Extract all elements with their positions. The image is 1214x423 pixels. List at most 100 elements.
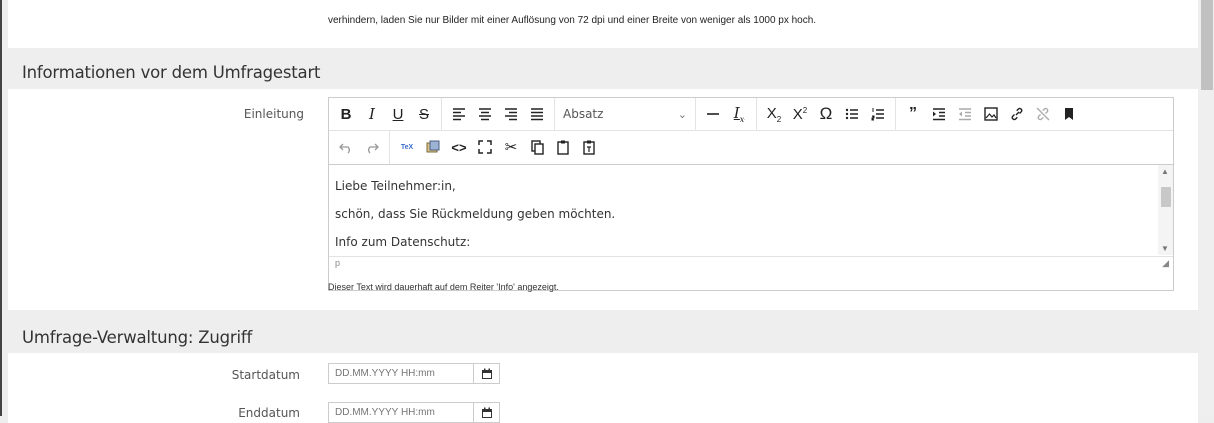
special-char-button[interactable]: Ω <box>813 101 839 127</box>
intro-panel: Einleitung B I U S Absatz ⌄ Ix X2 X2 Ω ”… <box>8 89 1198 310</box>
calendar-icon <box>481 407 492 418</box>
section-title-intro: Informationen vor dem Umfragestart <box>22 63 321 82</box>
copy-button[interactable] <box>524 134 550 160</box>
strikethrough-icon: S <box>418 105 429 123</box>
source-code-icon: <> <box>451 139 467 155</box>
end-date-input[interactable] <box>328 402 474 423</box>
insert-link-button[interactable] <box>1004 101 1030 127</box>
italic-icon: I <box>369 105 375 123</box>
cut-icon: ✂ <box>504 139 518 156</box>
bookmark-icon <box>1065 108 1073 120</box>
chevron-down-icon: ⌄ <box>677 107 687 121</box>
paste-text-icon <box>583 140 595 155</box>
intro-help-text: Dieser Text wird dauerhaft auf dem Reite… <box>328 282 559 292</box>
tools-group: TeX <> ✂ <box>390 130 606 164</box>
bookmark-button[interactable] <box>1056 101 1082 127</box>
align-justify-button[interactable] <box>524 101 550 127</box>
history-group <box>329 130 390 164</box>
editor-scrollbar[interactable]: ▲ ▼ <box>1158 165 1173 255</box>
italic-button[interactable]: I <box>359 101 385 127</box>
editor-toolbar-row-1: B I U S Absatz ⌄ Ix X2 X2 Ω ” <box>329 98 1173 131</box>
element-path[interactable]: p <box>335 258 340 268</box>
undo-button[interactable] <box>333 134 359 160</box>
script-group: X2 X2 Ω <box>757 98 896 130</box>
block-format-value: Absatz <box>563 107 604 121</box>
redo-button[interactable] <box>359 134 385 160</box>
resize-handle-icon[interactable]: ◢ <box>1162 258 1169 269</box>
media-icon <box>426 140 440 153</box>
image-icon <box>984 107 998 121</box>
source-code-button[interactable]: <> <box>446 134 472 160</box>
fullscreen-button[interactable] <box>472 134 498 160</box>
align-left-icon <box>453 108 465 121</box>
outdent-button[interactable] <box>952 101 978 127</box>
upload-info-text: verhindern, laden Sie nur Bilder mit ein… <box>328 15 817 26</box>
upload-info-panel: verhindern, laden Sie nur Bilder mit ein… <box>8 0 1198 48</box>
text-style-group: B I U S <box>329 98 442 130</box>
unlink-icon <box>1036 107 1050 121</box>
bold-button[interactable]: B <box>333 101 359 127</box>
section-title-access: Umfrage-Verwaltung: Zugriff <box>22 328 253 347</box>
strikethrough-button[interactable]: S <box>411 101 437 127</box>
paste-text-button[interactable] <box>576 134 602 160</box>
page-scroll-thumb[interactable] <box>1201 0 1213 90</box>
block-format-select[interactable]: Absatz ⌄ <box>555 98 696 130</box>
start-date-picker-button[interactable] <box>473 363 500 384</box>
copy-icon <box>531 140 544 155</box>
numbered-list-icon <box>871 108 884 121</box>
subscript-button[interactable]: X2 <box>761 101 787 127</box>
tex-icon: TeX <box>400 143 414 151</box>
editor-line-1: Liebe Teilnehmer:in, <box>335 179 456 193</box>
bullet-list-icon <box>845 108 858 120</box>
outdent-icon <box>959 108 971 121</box>
numbered-list-button[interactable] <box>865 101 891 127</box>
media-button[interactable] <box>420 134 446 160</box>
window-left-edge <box>0 0 2 416</box>
align-center-button[interactable] <box>472 101 498 127</box>
rich-text-editor[interactable]: B I U S Absatz ⌄ Ix X2 X2 Ω ” TeX <> ✂ L… <box>328 97 1174 291</box>
calendar-icon <box>481 368 492 379</box>
align-center-icon <box>479 108 491 121</box>
subscript-icon: X2 <box>766 104 782 124</box>
fullscreen-icon <box>478 140 492 154</box>
editor-scroll-thumb[interactable] <box>1161 187 1171 207</box>
unlink-button[interactable] <box>1030 101 1056 127</box>
start-date-input[interactable] <box>328 363 474 384</box>
start-date-label: Startdatum <box>231 368 300 382</box>
clear-format-icon: Ix <box>733 104 745 124</box>
scroll-up-icon[interactable]: ▲ <box>1161 167 1169 176</box>
clipped-note-line <box>328 0 1188 5</box>
paste-button[interactable] <box>550 134 576 160</box>
superscript-icon: X2 <box>792 105 808 123</box>
align-left-button[interactable] <box>446 101 472 127</box>
end-date-picker-button[interactable] <box>473 402 500 423</box>
clear-format-button[interactable]: Ix <box>726 101 752 127</box>
block-group: ” <box>896 98 1086 130</box>
bold-icon: B <box>340 105 352 123</box>
align-right-button[interactable] <box>498 101 524 127</box>
tex-button[interactable]: TeX <box>394 134 420 160</box>
access-panel: Startdatum Enddatum <box>8 353 1198 423</box>
omega-icon: Ω <box>819 104 833 123</box>
editor-line-2: schön, dass Sie Rückmeldung geben möchte… <box>335 207 616 221</box>
indent-icon <box>933 108 945 121</box>
underline-icon: U <box>392 105 404 123</box>
form-content: verhindern, laden Sie nur Bilder mit ein… <box>8 0 1198 423</box>
paste-icon <box>557 140 569 155</box>
redo-icon <box>368 143 379 154</box>
blockquote-button[interactable]: ” <box>900 101 926 127</box>
superscript-button[interactable]: X2 <box>787 101 813 127</box>
underline-button[interactable]: U <box>385 101 411 127</box>
editor-toolbar-row-2: TeX <> ✂ <box>329 130 1173 165</box>
bullet-list-button[interactable] <box>839 101 865 127</box>
indent-button[interactable] <box>926 101 952 127</box>
cut-button[interactable]: ✂ <box>498 134 524 160</box>
blockquote-icon: ” <box>909 105 917 122</box>
horizontal-rule-button[interactable] <box>700 101 726 127</box>
editor-content[interactable]: Liebe Teilnehmer:in, schön, dass Sie Rüc… <box>329 165 1157 255</box>
scroll-down-icon[interactable]: ▼ <box>1161 244 1169 253</box>
editor-statusbar: p ◢ <box>329 256 1173 271</box>
undo-icon <box>339 143 350 154</box>
insert-image-button[interactable] <box>978 101 1004 127</box>
editor-line-3: Info zum Datenschutz: <box>335 235 471 249</box>
